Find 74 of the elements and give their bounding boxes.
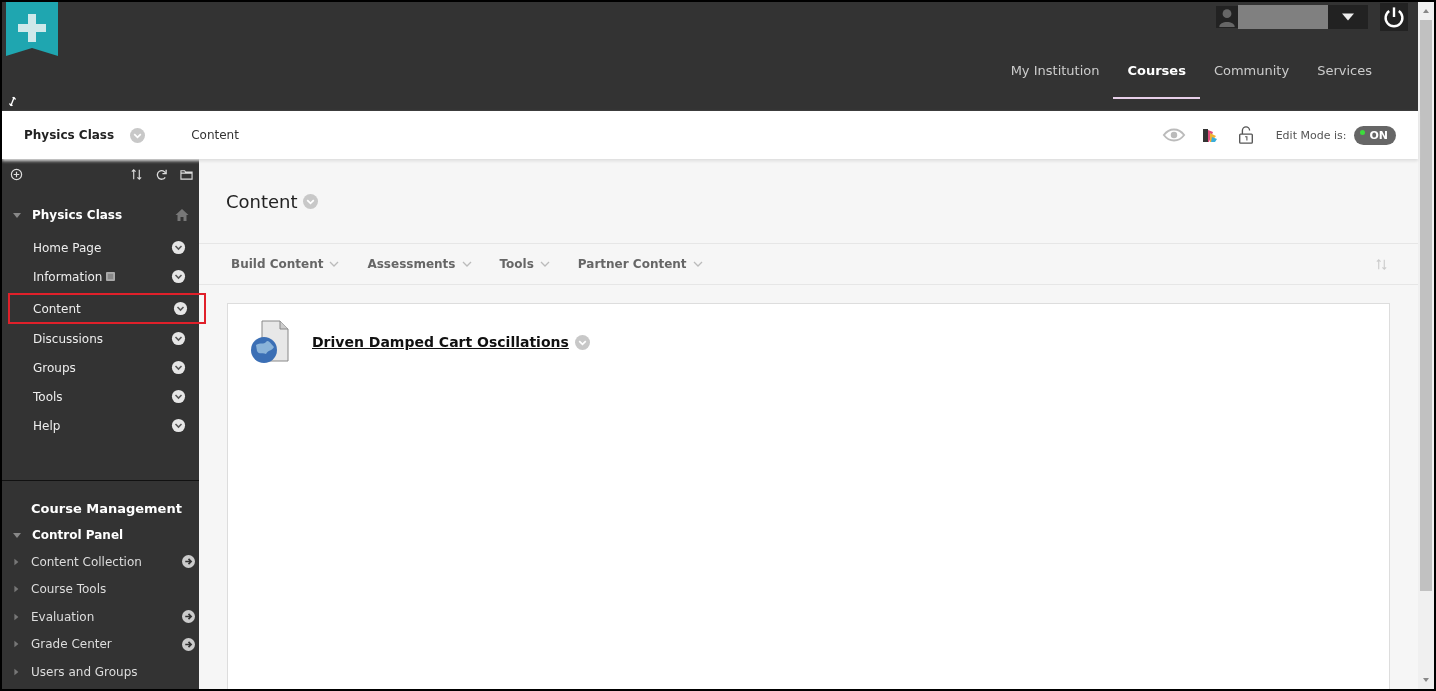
menu-item-label: Groups [33, 360, 76, 375]
folder-icon[interactable] [180, 167, 193, 181]
control-panel-label: Evaluation [31, 609, 95, 624]
nav-tab[interactable]: Community [1199, 51, 1304, 99]
chevron-circle-icon[interactable] [171, 240, 186, 255]
menu-item-label: Tools [33, 389, 63, 404]
course-menu-item[interactable]: Groups [8, 355, 193, 380]
course-menu-item[interactable]: Information [8, 264, 193, 289]
course-menu-item[interactable]: Home Page [8, 235, 193, 260]
chevron-down-icon [461, 261, 472, 267]
web-document-icon [250, 320, 290, 364]
menu-item-label: Content [33, 301, 81, 316]
action-menu-button[interactable]: Assessments [367, 257, 472, 271]
collapsed-triangle-icon[interactable] [12, 556, 20, 567]
course-management-title: Course Management [30, 501, 183, 516]
menu-item-label: Home Page [33, 240, 102, 255]
chevron-circle-icon[interactable] [171, 418, 186, 433]
course-menu-item[interactable]: Content [8, 293, 206, 324]
control-panel-label: Grade Center [31, 637, 112, 652]
home-icon[interactable] [175, 208, 189, 222]
action-menu-button[interactable]: Tools [499, 257, 550, 271]
chevron-down-icon [539, 261, 550, 267]
scrollbar[interactable] [1418, 2, 1434, 689]
course-menu-item[interactable]: Discussions [8, 326, 193, 351]
control-panel-item[interactable]: Grade Center [2, 630, 199, 658]
arrow-circle-icon[interactable] [182, 637, 195, 651]
control-panel-item[interactable]: Content Collection [2, 548, 199, 576]
control-panel-label: Users and Groups [31, 664, 138, 679]
content-item-link[interactable]: Driven Damped Cart Oscillations [312, 334, 569, 350]
power-icon[interactable] [1380, 3, 1408, 31]
link-icon[interactable] [8, 96, 17, 107]
chevron-down-icon [692, 261, 703, 267]
breadcrumb-course[interactable]: Physics Class [24, 128, 115, 142]
arrow-circle-icon[interactable] [182, 610, 195, 624]
nav-tab[interactable]: Courses [1113, 51, 1200, 99]
user-icon [1216, 5, 1238, 29]
collapsed-triangle-icon[interactable] [12, 611, 20, 622]
control-panel-label: Course Tools [31, 582, 107, 597]
control-panel-item[interactable]: Course Tools [2, 575, 199, 603]
breadcrumb-page[interactable]: Content [191, 128, 239, 142]
add-circle-icon[interactable] [10, 167, 23, 181]
expand-triangle-icon[interactable] [12, 210, 22, 220]
edit-mode-label: Edit Mode is: [1275, 128, 1347, 142]
chevron-circle-icon[interactable] [171, 360, 186, 375]
nav-tab[interactable]: Services [1303, 51, 1386, 99]
control-panel-label: Content Collection [31, 554, 142, 569]
control-panel-item[interactable]: Evaluation [2, 603, 199, 631]
collapsed-triangle-icon[interactable] [12, 639, 20, 650]
dropdown-caret-icon[interactable] [1328, 5, 1368, 29]
edit-mode-toggle[interactable]: ON [1354, 125, 1396, 145]
menu-item-label: Help [33, 418, 61, 433]
chevron-circle-icon[interactable] [171, 269, 186, 284]
course-menu-item[interactable]: Tools [8, 384, 193, 409]
control-panel-title[interactable]: Control Panel [32, 528, 124, 542]
chevron-circle-icon[interactable] [171, 389, 186, 404]
chevron-down-icon [329, 261, 340, 267]
chevron-circle-icon[interactable] [171, 331, 186, 346]
action-menu-button[interactable]: Partner Content [577, 257, 703, 271]
collapsed-triangle-icon[interactable] [12, 584, 20, 595]
expand-triangle-icon[interactable] [12, 530, 22, 540]
course-menu-item[interactable]: Help [8, 413, 193, 438]
page-title: Content [226, 190, 298, 212]
collapsed-triangle-icon[interactable] [12, 666, 20, 677]
chevron-circle-icon[interactable] [173, 301, 188, 316]
plus-ribbon-icon[interactable] [6, 2, 58, 56]
reorder-arrows-icon[interactable] [130, 167, 143, 181]
menu-item-label: Information [33, 269, 103, 284]
menu-item-label: Discussions [33, 331, 104, 346]
action-menu-button[interactable]: Build Content [231, 257, 340, 271]
nav-tab[interactable]: My Institution [996, 51, 1114, 99]
course-menu-title[interactable]: Physics Class [32, 208, 123, 222]
control-panel-item[interactable]: Users and Groups [2, 658, 199, 686]
refresh-icon[interactable] [155, 167, 168, 181]
arrow-circle-icon[interactable] [182, 555, 195, 569]
